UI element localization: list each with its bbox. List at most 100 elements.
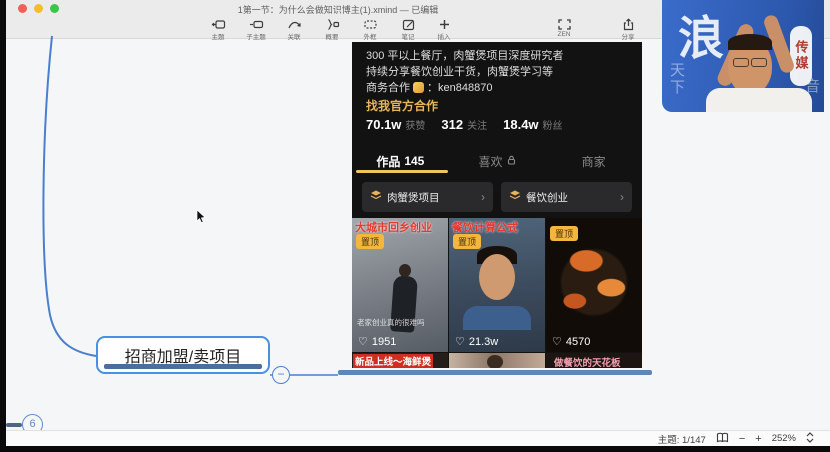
pinned-badge: 置顶 — [356, 234, 384, 249]
video-1-title: 大城市回乡创业 — [355, 219, 432, 235]
tab-likes[interactable]: 喜欢 — [449, 144, 546, 172]
heart-icon: ♡ — [455, 335, 465, 348]
bio-line-1: 300 平以上餐厅，肉蟹煲项目深度研究者 — [366, 47, 563, 63]
wechat-contact-icon — [413, 82, 424, 93]
tab-works-label: 作品 — [376, 153, 400, 170]
following-label: 关注 — [467, 117, 487, 132]
topic-node[interactable]: 招商加盟/卖项目 — [96, 336, 270, 374]
video-thumbnail-6[interactable]: 做餐饮的天花板 — [546, 353, 642, 368]
toolbar-summary-button[interactable]: 概要 — [314, 18, 350, 41]
video-2-likes: ♡ 21.3w — [455, 335, 498, 348]
collection-button-2[interactable]: 餐饮创业 › — [501, 182, 632, 212]
tab-shop-label: 商家 — [582, 153, 606, 170]
topic-underline — [104, 364, 262, 369]
playlist-icon — [509, 188, 521, 206]
note-icon — [401, 18, 416, 31]
relationship-icon — [287, 18, 302, 31]
contact-value: ：ken848870 — [427, 79, 492, 95]
tab-works-count: 145 — [404, 154, 424, 168]
toolbar-share-button[interactable]: 分享 — [610, 18, 646, 41]
toolbar-insert-button[interactable]: 插入 — [426, 18, 462, 41]
video-thumbnail-2[interactable]: 餐饮计算公式 置顶 ♡ 21.3w — [449, 218, 545, 352]
heart-icon: ♡ — [552, 335, 562, 348]
video-3-like-count: 4570 — [566, 336, 590, 348]
insert-icon — [437, 18, 452, 31]
banner-side-tag: 传媒 — [790, 26, 812, 86]
douyin-profile-image[interactable]: 300 平以上餐厅，肉蟹煲项目深度研究者 持续分享餐饮创业干货，肉蟹煲学习等 商… — [352, 42, 642, 368]
video-thumbnail-3[interactable]: 置顶 ♡ 4570 — [546, 218, 642, 352]
video-thumbnail-5[interactable] — [449, 353, 545, 368]
branch-stub-line — [6, 423, 22, 427]
stat-likes: 70.1w 获赞 — [366, 117, 425, 132]
video-2-title: 餐饮计算公式 — [452, 219, 518, 235]
video-4-title: 新品上线～海鲜煲 — [353, 354, 433, 368]
stat-following: 312 关注 — [441, 117, 487, 132]
presenter-hair — [728, 34, 772, 50]
stat-followers: 18.4w 粉丝 — [503, 117, 562, 132]
toolbar-zen-button[interactable]: ZEN — [546, 18, 582, 38]
video-6-title: 做餐饮的天花板 — [554, 355, 621, 368]
banner-background-text-left: 天下 — [666, 62, 687, 96]
topic-counter: 主题: 1/147 — [658, 432, 706, 446]
toolbar-boundary-button[interactable]: 外框 — [352, 18, 388, 41]
pinned-badge: 置顶 — [453, 234, 481, 249]
profile-tabs: 作品 145 喜欢 商家 — [352, 144, 642, 172]
contact-line: 商务合作 ：ken848870 — [366, 79, 492, 95]
collapse-toggle-button[interactable]: − — [272, 366, 290, 384]
chevron-right-icon: › — [620, 190, 624, 204]
followers-label: 粉丝 — [543, 117, 563, 132]
boundary-icon — [363, 18, 378, 31]
person-head — [487, 355, 503, 368]
video-3-likes: ♡ 4570 — [552, 335, 590, 348]
zoom-out-button[interactable]: − — [739, 434, 745, 444]
video-thumbnail-1[interactable]: 大城市回乡创业 置顶 老家创业真的很难吗 ♡ 1951 — [352, 218, 448, 352]
zen-mode-icon — [557, 18, 572, 31]
person-shirt — [463, 306, 531, 330]
toolbar-zen-label: ZEN — [558, 31, 571, 38]
tab-works[interactable]: 作品 145 — [352, 144, 449, 172]
zoom-fit-stepper-icon[interactable] — [806, 432, 814, 446]
video-grid-row-1: 大城市回乡创业 置顶 老家创业真的很难吗 ♡ 1951 餐饮计算公式 置顶 ♡ — [352, 218, 642, 352]
collection-button-1[interactable]: 肉蟹煲项目 › — [362, 182, 493, 212]
contact-label: 商务合作 — [366, 79, 410, 95]
tab-likes-label: 喜欢 — [479, 153, 503, 170]
video-2-like-count: 21.3w — [469, 336, 498, 348]
profile-stats: 70.1w 获赞 312 关注 18.4w 粉丝 — [366, 117, 563, 132]
heart-icon: ♡ — [358, 335, 368, 348]
presenter-shirt — [706, 88, 812, 112]
tab-shop[interactable]: 商家 — [545, 144, 642, 172]
collection-2-label: 餐饮创业 — [526, 190, 615, 205]
official-cooperation-link[interactable]: 找我官方合作 — [366, 97, 438, 114]
bio-line-2: 持续分享餐饮创业干货，肉蟹煲学习等 — [366, 63, 553, 79]
likes-count: 70.1w — [366, 117, 401, 132]
toolbar-subtopic-button[interactable]: 子主题 — [238, 18, 274, 41]
person-silhouette-head — [399, 264, 411, 277]
collection-1-label: 肉蟹煲项目 — [387, 190, 476, 205]
lock-icon — [507, 154, 516, 168]
toolbar-note-button[interactable]: 笔记 — [390, 18, 426, 41]
video-thumbnail-4[interactable]: 新品上线～海鲜煲 — [352, 353, 448, 368]
chevron-right-icon: › — [481, 190, 485, 204]
toolbar-relationship-button[interactable]: 关联 — [276, 18, 312, 41]
summary-icon — [325, 18, 340, 31]
collection-buttons: 肉蟹煲项目 › 餐饮创业 › — [362, 182, 632, 212]
zoom-in-button[interactable]: + — [755, 434, 761, 444]
window-title: 1第一节：为什么会做知识博主(1).xmind — 已编辑 — [6, 3, 670, 16]
outline-view-button[interactable] — [716, 432, 729, 446]
share-icon — [621, 18, 636, 31]
topic-icon — [211, 18, 226, 31]
video-grid-row-2: 新品上线～海鲜煲 做餐饮的天花板 — [352, 353, 642, 368]
following-count: 312 — [441, 117, 463, 132]
zoom-level[interactable]: 252% — [772, 433, 796, 444]
video-1-caption: 老家创业真的很难吗 — [357, 317, 425, 328]
pinned-badge: 置顶 — [550, 226, 578, 241]
person-face — [479, 254, 515, 300]
toolbar-topic-button[interactable]: 主题 — [200, 18, 236, 41]
calligraphy-character: 浪 — [678, 2, 724, 68]
active-tab-underline — [356, 170, 448, 173]
screen-frame: 1第一节：为什么会做知识博主(1).xmind — 已编辑 主题 子主题 关联 … — [0, 0, 830, 452]
followers-count: 18.4w — [503, 117, 538, 132]
video-1-likes: ♡ 1951 — [358, 335, 396, 348]
webcam-overlay: 浪 天下 音 传媒 — [662, 0, 824, 112]
playlist-icon — [370, 188, 382, 206]
